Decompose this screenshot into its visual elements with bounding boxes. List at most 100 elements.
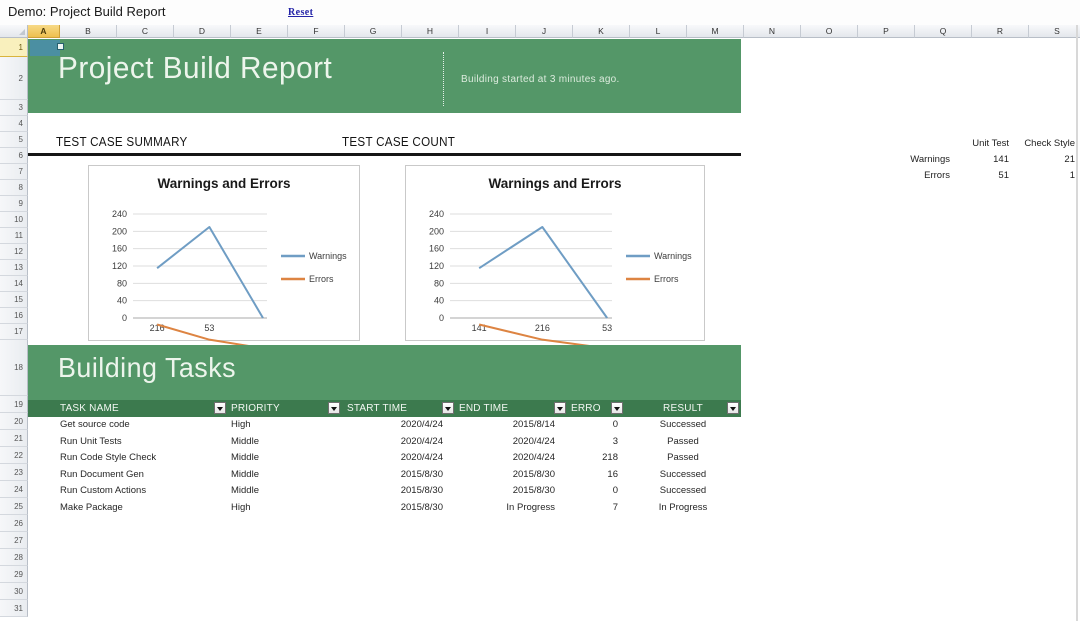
end-time-cell[interactable]: 2015/8/14 [456,417,568,434]
reset-link[interactable]: Reset [288,7,313,18]
errors-cell[interactable]: 0 [568,417,625,434]
row-header[interactable]: 29 [0,566,28,583]
row-header[interactable]: 4 [0,116,28,132]
start-time-cell[interactable]: 2015/8/30 [342,483,456,500]
result-cell[interactable]: In Progress [625,500,741,517]
start-time-cell[interactable]: 2020/4/24 [342,434,456,451]
column-header[interactable]: I [459,25,516,38]
column-header[interactable]: R [972,25,1029,38]
priority-cell[interactable]: Middle [228,467,342,484]
side-table-cell[interactable]: 21 [1011,152,1077,168]
warnings-errors-chart-count[interactable]: Warnings and Errors040801201602002401412… [405,165,705,341]
tasks-column-header[interactable]: ERRO [568,400,625,417]
side-table-row-label[interactable]: Errors [890,168,952,184]
result-cell[interactable]: Successed [625,467,741,484]
side-table-col-unit-test[interactable]: Unit Test [952,136,1011,152]
priority-cell[interactable]: High [228,417,342,434]
start-time-cell[interactable]: 2020/4/24 [342,450,456,467]
column-header[interactable]: Q [915,25,972,38]
row-header[interactable]: 14 [0,276,28,292]
row-header[interactable]: 2 [0,57,28,100]
row-header[interactable]: 13 [0,260,28,276]
end-time-cell[interactable]: 2015/8/30 [456,467,568,484]
row-header[interactable]: 19 [0,396,28,413]
filter-dropdown-button[interactable] [611,402,623,414]
row-header[interactable]: 6 [0,148,28,164]
errors-cell[interactable]: 0 [568,483,625,500]
active-cell-a1[interactable] [30,40,60,56]
select-all-corner[interactable] [0,25,28,38]
row-header[interactable]: 24 [0,481,28,498]
row-header[interactable]: 22 [0,447,28,464]
start-time-cell[interactable]: 2020/4/24 [342,417,456,434]
end-time-cell[interactable]: 2020/4/24 [456,434,568,451]
row-header[interactable]: 15 [0,292,28,308]
filter-dropdown-button[interactable] [554,402,566,414]
end-time-cell[interactable]: 2020/4/24 [456,450,568,467]
tasks-column-header[interactable]: PRIORITY [228,400,342,417]
row-header[interactable]: 10 [0,212,28,228]
fill-handle[interactable] [57,43,64,50]
row-header[interactable]: 8 [0,180,28,196]
column-header[interactable]: E [231,25,288,38]
row-header[interactable]: 17 [0,324,28,340]
task-name-cell[interactable]: Run Unit Tests [28,434,228,451]
priority-cell[interactable]: Middle [228,434,342,451]
column-header[interactable]: L [630,25,687,38]
row-header[interactable]: 21 [0,430,28,447]
row-header[interactable]: 23 [0,464,28,481]
result-cell[interactable]: Successed [625,483,741,500]
row-header[interactable]: 5 [0,132,28,148]
side-table-cell[interactable]: 141 [952,152,1011,168]
priority-cell[interactable]: High [228,500,342,517]
task-name-cell[interactable]: Run Document Gen [28,467,228,484]
row-header[interactable]: 27 [0,532,28,549]
row-header[interactable]: 9 [0,196,28,212]
task-name-cell[interactable]: Get source code [28,417,228,434]
column-header[interactable]: B [60,25,117,38]
column-header[interactable]: S [1029,25,1080,38]
row-header[interactable]: 26 [0,515,28,532]
tasks-column-header[interactable]: END TIME [456,400,568,417]
column-header[interactable]: G [345,25,402,38]
filter-dropdown-button[interactable] [214,402,226,414]
row-header[interactable]: 28 [0,549,28,566]
filter-dropdown-button[interactable] [328,402,340,414]
priority-cell[interactable]: Middle [228,450,342,467]
filter-dropdown-button[interactable] [442,402,454,414]
result-cell[interactable]: Passed [625,434,741,451]
column-header[interactable]: P [858,25,915,38]
column-header[interactable]: M [687,25,744,38]
result-cell[interactable]: Successed [625,417,741,434]
tasks-column-header[interactable]: RESULT [625,400,741,417]
column-header[interactable]: N [744,25,801,38]
filter-dropdown-button[interactable] [727,402,739,414]
result-cell[interactable]: Passed [625,450,741,467]
column-header[interactable]: F [288,25,345,38]
row-header[interactable]: 7 [0,164,28,180]
tasks-column-header[interactable]: TASK NAME [28,400,228,417]
tasks-column-header[interactable]: START TIME [342,400,456,417]
errors-cell[interactable]: 16 [568,467,625,484]
column-header[interactable]: K [573,25,630,38]
end-time-cell[interactable]: In Progress [456,500,568,517]
row-header[interactable]: 18 [0,340,28,396]
task-name-cell[interactable]: Run Code Style Check [28,450,228,467]
row-header[interactable]: 30 [0,583,28,600]
row-header[interactable]: 1 [0,38,28,57]
end-time-cell[interactable]: 2015/8/30 [456,483,568,500]
errors-cell[interactable]: 3 [568,434,625,451]
row-header[interactable]: 3 [0,100,28,116]
row-header[interactable]: 25 [0,498,28,515]
column-header[interactable]: C [117,25,174,38]
row-header[interactable]: 20 [0,413,28,430]
row-header[interactable]: 11 [0,228,28,244]
task-name-cell[interactable]: Make Package [28,500,228,517]
task-name-cell[interactable]: Run Custom Actions [28,483,228,500]
start-time-cell[interactable]: 2015/8/30 [342,500,456,517]
errors-cell[interactable]: 7 [568,500,625,517]
side-table-col-check-style[interactable]: Check Style [1011,136,1077,152]
row-header[interactable]: 31 [0,600,28,617]
errors-cell[interactable]: 218 [568,450,625,467]
column-header[interactable]: O [801,25,858,38]
